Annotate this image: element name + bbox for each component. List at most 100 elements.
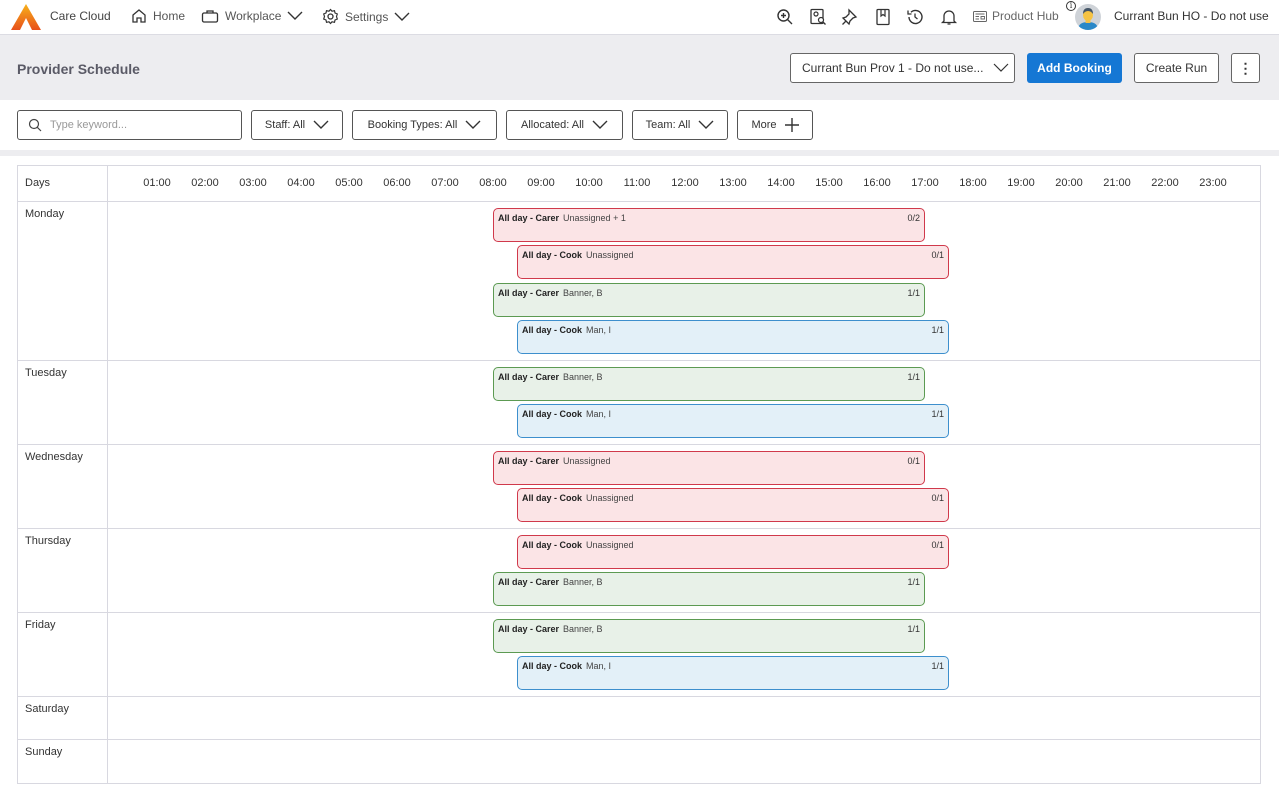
info-icon[interactable]: i [1066,1,1076,11]
hour-label: 20:00 [1055,177,1083,189]
hour-label: 22:00 [1151,177,1179,189]
hour-label: 02:00 [191,177,219,189]
day-row-thursday: Thursday All day - Cook Unassigned 0/1 All d… [18,529,1260,613]
pin-icon[interactable] [840,7,860,27]
provider-select[interactable]: Currant Bun Prov 1 - Do not use... [790,53,1015,83]
booking-info: All day - Carer Unassigned [498,456,611,466]
hour-label: 14:00 [767,177,795,189]
booking-types-filter[interactable]: Booking Types: All [352,110,497,140]
booking-assignee: Banner, B [563,288,603,298]
booking-info: All day - Cook Unassigned [522,493,634,503]
page-header: Provider Schedule Currant Bun Prov 1 - D… [0,35,1279,100]
chevron-down-icon [698,120,714,129]
booking-assignee: Unassigned [586,250,634,260]
day-name: Saturday [25,703,70,715]
booking-block[interactable]: All day - Cook Unassigned 0/1 [517,488,949,522]
booking-fill-count: 0/1 [931,540,944,550]
nav-home[interactable]: Home [131,8,185,24]
booking-block[interactable]: All day - Cook Man, I 1/1 [517,656,949,690]
chevron-down-icon [394,12,410,21]
booking-block[interactable]: All day - Carer Banner, B 1/1 [493,367,925,401]
more-options-button[interactable]: ⋮ [1231,53,1260,83]
booking-block[interactable]: All day - Carer Banner, B 1/1 [493,572,925,606]
nav-workplace[interactable]: Workplace [201,8,303,24]
booking-assignee: Man, I [586,409,612,419]
nav-home-label: Home [153,9,186,23]
nav-settings[interactable]: Settings [322,8,410,25]
hour-label: 18:00 [959,177,987,189]
booking-block[interactable]: All day - Cook Man, I 1/1 [517,404,949,438]
chevron-down-icon [287,11,303,20]
booking-info: All day - Carer Banner, B [498,288,603,298]
booking-block[interactable]: All day - Cook Man, I 1/1 [517,320,949,354]
booking-title: All day - Carer [498,456,560,466]
schedule-header-row: Days 01:00 02:00 03:00 04:00 05:00 06:00 07:00… [18,166,1260,202]
top-navigation-bar: Care Cloud Home Workplace Settings Produ… [0,0,1279,35]
booking-block[interactable]: All day - Carer Banner, B 1/1 [493,283,925,317]
keyword-search[interactable] [17,110,242,140]
booking-fill-count: 0/1 [907,456,920,466]
booking-info: All day - Carer Banner, B [498,372,603,382]
search-icon [28,118,42,132]
booking-fill-count: 1/1 [931,409,944,419]
booking-title: All day - Cook [522,540,583,550]
user-avatar[interactable] [1075,4,1101,30]
booking-block[interactable]: All day - Carer Unassigned 0/1 [493,451,925,485]
care-cloud-logo[interactable] [10,3,42,31]
provider-select-value: Currant Bun Prov 1 - Do not use... [802,61,984,75]
day-name: Sunday [25,746,63,758]
chevron-down-icon [993,63,1009,72]
hour-label: 09:00 [527,177,555,189]
search-input[interactable] [50,119,220,131]
booking-title: All day - Carer [498,288,560,298]
day-name: Monday [25,208,65,220]
booking-title: All day - Carer [498,213,560,223]
history-icon[interactable] [905,7,925,27]
hour-label: 06:00 [383,177,411,189]
briefcase-icon [201,10,219,23]
booking-assignee: Banner, B [563,577,603,587]
more-filters-button[interactable]: More [737,110,813,140]
booking-block[interactable]: All day - Carer Unassigned + 1 0/2 [493,208,925,242]
zoom-in-icon[interactable] [775,7,795,27]
bookmark-icon[interactable] [873,7,893,27]
filter-bar: Staff: All Booking Types: All Allocated:… [0,100,1279,150]
booking-block[interactable]: All day - Carer Banner, B 1/1 [493,619,925,653]
add-booking-button[interactable]: Add Booking [1027,53,1122,83]
divider [0,150,1279,156]
booking-assignee: Unassigned + 1 [563,213,626,223]
hour-label: 01:00 [143,177,171,189]
hour-label: 16:00 [863,177,891,189]
more-filters-label: More [751,119,777,131]
allocated-filter[interactable]: Allocated: All [506,110,623,140]
booking-fill-count: 1/1 [907,372,920,382]
user-name[interactable]: Currant Bun HO - Do not use [1114,9,1269,23]
day-name: Friday [25,619,56,631]
product-hub-link[interactable]: Product Hub [973,9,1059,23]
booking-info: All day - Cook Man, I [522,325,611,335]
team-filter[interactable]: Team: All [632,110,728,140]
hour-label: 17:00 [911,177,939,189]
booking-fill-count: 1/1 [907,288,920,298]
brand-name[interactable]: Care Cloud [50,9,111,23]
home-icon [132,9,146,23]
booking-info: All day - Cook Man, I [522,409,611,419]
chevron-down-icon [465,120,481,129]
day-name: Tuesday [25,367,67,379]
booking-block[interactable]: All day - Cook Unassigned 0/1 [517,245,949,279]
gear-icon [322,8,339,25]
booking-assignee: Man, I [586,661,612,671]
days-column-header: Days [25,177,51,189]
bell-icon[interactable] [939,7,959,27]
booking-fill-count: 0/2 [907,213,920,223]
day-row-monday: Monday All day - Carer Unassigned + 1 0/2 Al… [18,202,1260,361]
hour-label: 12:00 [671,177,699,189]
day-row-saturday: Saturday [18,697,1260,740]
hour-label: 19:00 [1007,177,1035,189]
booking-block[interactable]: All day - Cook Unassigned 0/1 [517,535,949,569]
staff-filter[interactable]: Staff: All [251,110,343,140]
nav-settings-label: Settings [345,9,389,24]
create-run-button[interactable]: Create Run [1134,53,1219,83]
search-profile-icon[interactable] [808,7,828,27]
day-row-sunday: Sunday [18,740,1260,784]
